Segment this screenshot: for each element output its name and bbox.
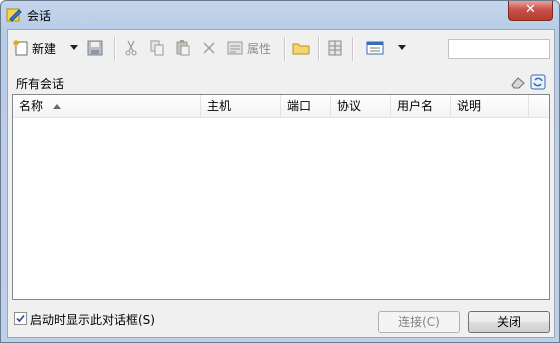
- search-input[interactable]: [448, 39, 550, 59]
- cut-button[interactable]: [122, 38, 140, 58]
- title-bar[interactable]: 会话 ✕: [1, 1, 559, 29]
- dialog-footer: 启动时显示此对话框(S) 连接(C) 关闭: [8, 305, 554, 335]
- column-username[interactable]: 用户名: [391, 95, 451, 117]
- dropdown-arrow-icon: [70, 45, 78, 50]
- column-name[interactable]: 名称: [13, 95, 201, 117]
- delete-button[interactable]: [200, 38, 218, 58]
- disk-icon: [87, 40, 103, 56]
- column-header-row: 名称 主机 端口 协议 用户名 说明: [13, 95, 549, 118]
- sessions-list[interactable]: 名称 主机 端口 协议 用户名 说明: [12, 94, 550, 300]
- show-on-startup-checkbox[interactable]: [14, 312, 27, 325]
- view-dropdown[interactable]: [398, 38, 406, 58]
- ghost-tab-icon: [81, 7, 97, 23]
- toolbar: 新建 属性: [8, 30, 554, 66]
- show-on-startup-label[interactable]: 启动时显示此对话框(S): [30, 311, 155, 328]
- toolbar-separator: [114, 37, 116, 61]
- delete-icon: [203, 42, 215, 54]
- grid-icon: [328, 40, 342, 56]
- sessions-window: 会话 ✕ 新建 属性 所有会话 名称 主机 端口 协议 用户名 说明 启动时显示…: [0, 0, 560, 343]
- app-icon: [6, 8, 22, 22]
- column-host[interactable]: 主机: [201, 95, 281, 117]
- copy-button[interactable]: [148, 38, 166, 58]
- save-button[interactable]: [86, 38, 104, 58]
- view-icon: [366, 41, 384, 55]
- toolbar-separator: [284, 37, 286, 61]
- properties-icon: [227, 41, 243, 55]
- dropdown-arrow-icon: [398, 45, 406, 50]
- close-window-button[interactable]: ✕: [508, 1, 553, 21]
- connect-button[interactable]: 连接(C): [378, 311, 460, 333]
- new-session-dropdown[interactable]: [70, 38, 78, 58]
- properties-button[interactable]: 属性: [226, 38, 271, 58]
- checkmark-icon: [16, 314, 25, 323]
- column-port[interactable]: 端口: [281, 95, 331, 117]
- close-button[interactable]: 关闭: [468, 311, 550, 333]
- column-protocol[interactable]: 协议: [331, 95, 391, 117]
- properties-label: 属性: [247, 41, 272, 56]
- all-sessions-label: 所有会话: [16, 77, 65, 91]
- new-session-button[interactable]: 新建: [12, 38, 56, 58]
- refresh-icon[interactable]: [530, 74, 546, 90]
- copy-icon: [150, 40, 164, 56]
- window-title: 会话: [27, 9, 52, 23]
- eraser-icon[interactable]: [510, 74, 526, 90]
- client-area: 新建 属性 所有会话 名称 主机 端口 协议 用户名 说明 启动时显示此对话框(…: [7, 29, 555, 338]
- paste-button[interactable]: [174, 38, 192, 58]
- new-session-label: 新建: [32, 41, 57, 56]
- layout-button[interactable]: [326, 38, 344, 58]
- toolbar-separator: [352, 37, 354, 61]
- open-folder-button[interactable]: [292, 38, 310, 58]
- view-button[interactable]: [366, 38, 384, 58]
- cut-icon: [125, 40, 137, 56]
- column-name-label: 名称: [19, 99, 44, 113]
- new-session-icon: [13, 40, 28, 56]
- session-folder-bar: 所有会话: [12, 72, 548, 92]
- folder-icon: [292, 43, 310, 55]
- paste-icon: [176, 40, 190, 56]
- sort-ascending-icon: [53, 104, 62, 109]
- column-description[interactable]: 说明: [451, 95, 529, 117]
- toolbar-separator: [318, 37, 320, 61]
